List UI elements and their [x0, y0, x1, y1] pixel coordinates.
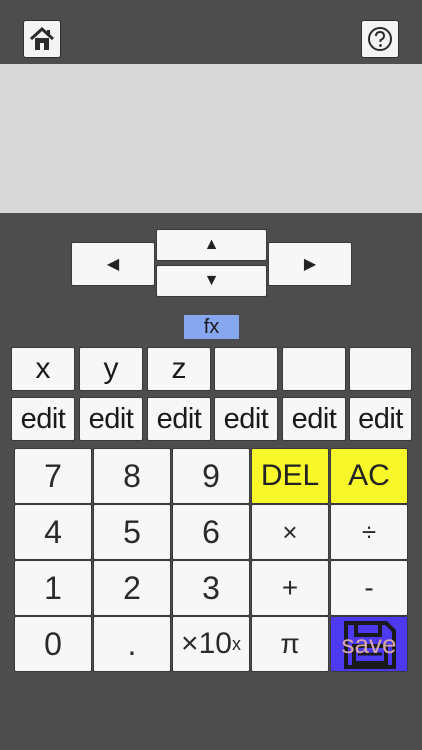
- edit-6-button[interactable]: edit: [349, 397, 412, 441]
- key-label: ×: [282, 516, 298, 547]
- add-button[interactable]: +: [251, 560, 329, 616]
- pi-button[interactable]: π: [251, 616, 329, 672]
- fx-label: fx: [203, 315, 220, 338]
- edit-4-button[interactable]: edit: [214, 397, 278, 441]
- key-label: 3: [202, 569, 220, 606]
- left-arrow-icon: ◀: [106, 256, 120, 273]
- key-label: +: [281, 572, 299, 603]
- key-7[interactable]: 7: [14, 448, 92, 504]
- edit-x-button[interactable]: edit: [11, 397, 75, 441]
- edit-5-button[interactable]: edit: [282, 397, 346, 441]
- key-label: 0: [44, 625, 62, 662]
- fx-button[interactable]: fx: [184, 315, 239, 339]
- expression-display: [0, 64, 422, 213]
- key-0[interactable]: 0: [14, 616, 92, 672]
- key-label: 7: [44, 457, 62, 494]
- key-label: ÷: [361, 516, 377, 547]
- edit-label: edit: [291, 402, 337, 435]
- all-clear-button[interactable]: AC: [330, 448, 408, 504]
- subtract-button[interactable]: -: [330, 560, 408, 616]
- right-arrow-icon: ▶: [303, 256, 317, 273]
- multiply-button[interactable]: ×: [251, 504, 329, 560]
- key-label: DEL: [260, 459, 320, 492]
- variable-5-button[interactable]: [282, 347, 346, 391]
- key-label: -: [364, 572, 374, 603]
- edit-label: edit: [20, 402, 66, 435]
- save-label: save: [341, 628, 397, 659]
- variable-6-button[interactable]: [349, 347, 412, 391]
- key-label: 5: [123, 513, 141, 550]
- question-circle-icon: [368, 27, 392, 51]
- cursor-left-button[interactable]: ◀: [71, 242, 155, 286]
- decimal-point-button[interactable]: .: [93, 616, 171, 672]
- variable-x-button[interactable]: x: [11, 347, 75, 391]
- key-2[interactable]: 2: [93, 560, 171, 616]
- key-label: AC: [348, 459, 390, 492]
- key-label: π: [280, 628, 300, 659]
- key-8[interactable]: 8: [93, 448, 171, 504]
- key-6[interactable]: 6: [172, 504, 250, 560]
- edit-label: edit: [223, 402, 269, 435]
- exponent-superscript: x: [231, 633, 241, 654]
- key-label: 9: [202, 457, 220, 494]
- key-label: 2: [123, 569, 141, 606]
- down-arrow-icon: ▼: [203, 272, 220, 289]
- variable-y-button[interactable]: y: [79, 347, 143, 391]
- key-label: 4: [44, 513, 62, 550]
- cursor-down-button[interactable]: ▼: [156, 265, 267, 297]
- house-icon: [29, 26, 55, 50]
- key-4[interactable]: 4: [14, 504, 92, 560]
- edit-z-button[interactable]: edit: [147, 397, 211, 441]
- key-5[interactable]: 5: [93, 504, 171, 560]
- edit-label: edit: [358, 402, 403, 435]
- save-button[interactable]: save: [330, 616, 408, 672]
- variable-4-button[interactable]: [214, 347, 278, 391]
- home-button[interactable]: [23, 20, 61, 58]
- help-button[interactable]: [361, 20, 399, 58]
- variable-label: z: [171, 352, 187, 385]
- key-label: .: [127, 625, 137, 662]
- edit-label: edit: [88, 402, 134, 435]
- key-label: 6: [202, 513, 220, 550]
- edit-y-button[interactable]: edit: [79, 397, 143, 441]
- delete-button[interactable]: DEL: [251, 448, 329, 504]
- divide-button[interactable]: ÷: [330, 504, 408, 560]
- cursor-right-button[interactable]: ▶: [268, 242, 352, 286]
- exponent-button[interactable]: ×10 x: [172, 616, 250, 672]
- variable-z-button[interactable]: z: [147, 347, 211, 391]
- edit-label: edit: [156, 402, 202, 435]
- key-1[interactable]: 1: [14, 560, 92, 616]
- up-arrow-icon: ▲: [203, 236, 220, 253]
- key-label: 1: [44, 569, 62, 606]
- key-label: 8: [123, 457, 141, 494]
- cursor-up-button[interactable]: ▲: [156, 229, 267, 261]
- variable-label: x: [35, 352, 51, 385]
- exponent-base: ×10: [181, 627, 232, 660]
- key-9[interactable]: 9: [172, 448, 250, 504]
- key-3[interactable]: 3: [172, 560, 250, 616]
- variable-label: y: [103, 352, 119, 385]
